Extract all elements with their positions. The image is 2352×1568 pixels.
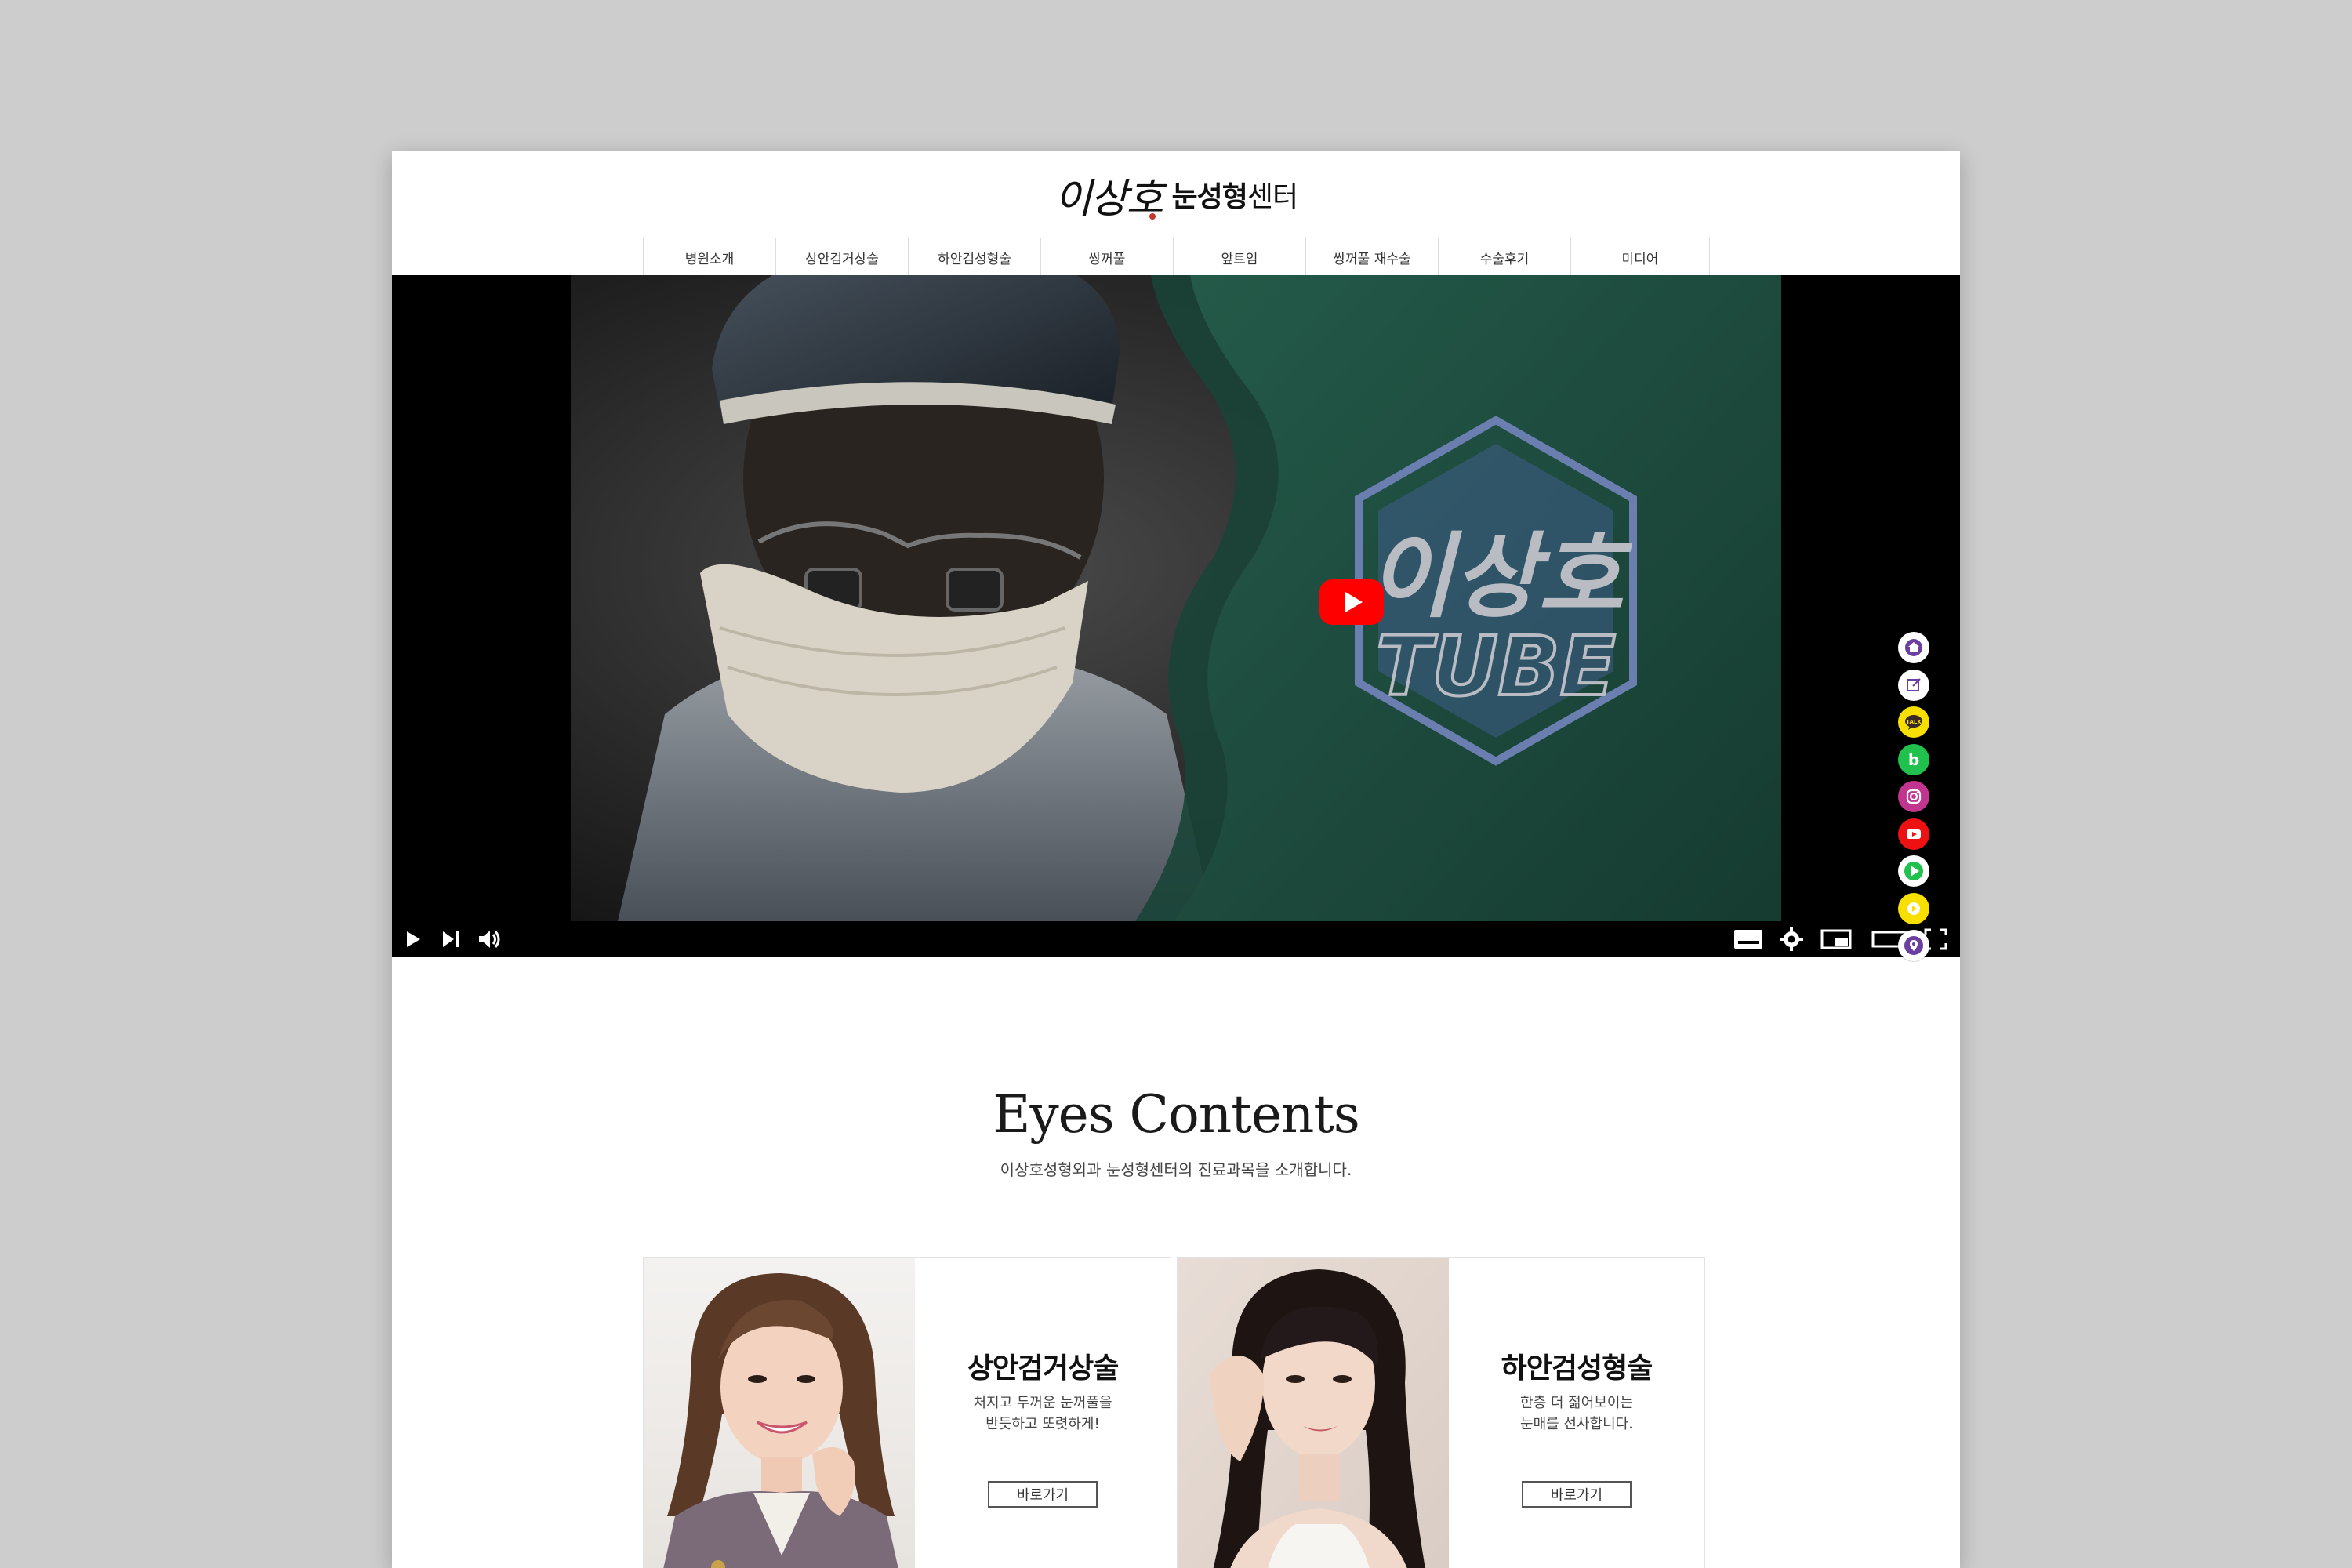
naver-tv-icon[interactable] xyxy=(1898,855,1929,887)
nav-item-reviews[interactable]: 수술후기 xyxy=(1439,238,1571,276)
logo-seal-dot xyxy=(1149,212,1156,220)
nav-list: 병원소개 상안검거상술 하안검성형술 쌍꺼풀 앞트임 쌍꺼풀 재수술 수술후기 … xyxy=(643,238,1710,276)
content-card-upper-blepharoplasty[interactable]: 상안검거상술 처지고 두꺼운 눈꺼풀을 반듯하고 또렷하게! 바로가기 xyxy=(643,1257,1171,1568)
card-go-button[interactable]: 바로가기 xyxy=(1522,1481,1632,1508)
main-nav: 병원소개 상안검거상술 하안검성형술 쌍꺼풀 앞트임 쌍꺼풀 재수술 수술후기 … xyxy=(392,238,1960,276)
section-title: Eyes Contents xyxy=(993,1084,1360,1145)
nav-item-double-eyelid[interactable]: 쌍꺼풀 xyxy=(1041,238,1174,276)
card-description: 한층 더 젊어보이는 눈매를 선사합니다. xyxy=(1449,1392,1704,1435)
play-icon[interactable] xyxy=(401,927,425,951)
card-body: 하안검성형술 한층 더 젊어보이는 눈매를 선사합니다. 바로가기 xyxy=(1449,1258,1704,1568)
kakao-talk-icon[interactable]: TALK xyxy=(1898,706,1929,738)
volume-icon[interactable] xyxy=(477,927,503,951)
card-description-line-1: 한층 더 젊어보이는 xyxy=(1520,1395,1633,1411)
svg-text:b: b xyxy=(1908,750,1919,769)
site-logo[interactable]: 이상호 눈성형센터 xyxy=(392,151,1960,238)
card-description-line-2: 반듯하고 또렷하게! xyxy=(985,1416,1100,1432)
card-description: 처지고 두꺼운 눈꺼풀을 반듯하고 또렷하게! xyxy=(915,1392,1171,1435)
video-thumbnail[interactable]: 이상호 TUBE xyxy=(571,275,1781,921)
card-title: 하안검성형술 xyxy=(1501,1352,1653,1385)
logo-mark-text: 이상호 xyxy=(1054,175,1164,223)
card-go-button[interactable]: 바로가기 xyxy=(988,1481,1098,1508)
band-icon[interactable]: b xyxy=(1898,743,1929,775)
card-photo-woman-2 xyxy=(1178,1258,1449,1568)
site-header: 이상호 눈성형센터 xyxy=(392,151,1960,238)
logo-text: 눈성형센터 xyxy=(1171,174,1298,215)
thumbnail-title-tube: TUBE xyxy=(1376,619,1616,714)
logo-text-bold: 눈성형 xyxy=(1171,181,1247,213)
section-subtitle: 이상호성형외과 눈성형센터의 진료과목을 소개합니다. xyxy=(1000,1160,1352,1179)
nav-item-media[interactable]: 미디어 xyxy=(1571,238,1710,276)
social-sidebar: TALK b xyxy=(1898,632,1931,967)
svg-text:TALK: TALK xyxy=(1906,719,1922,725)
nav-item-hospital-intro[interactable]: 병원소개 xyxy=(644,238,776,276)
nav-item-lower-blepharoplasty[interactable]: 하안검성형술 xyxy=(909,238,1041,276)
thumbnail-title-korean: 이상호 xyxy=(1368,522,1633,630)
next-icon[interactable] xyxy=(439,927,463,951)
miniplayer-icon[interactable] xyxy=(1819,927,1853,951)
website-page: 이상호 눈성형센터 병원소개 상안검거상술 하안검성형술 쌍꺼풀 앞트임 쌍꺼풀… xyxy=(392,151,1960,1568)
card-body: 상안검거상술 처지고 두꺼운 눈꺼풀을 반듯하고 또렷하게! 바로가기 xyxy=(915,1258,1171,1568)
card-description-line-1: 처지고 두꺼운 눈꺼풀을 xyxy=(973,1395,1112,1411)
subtitles-icon[interactable] xyxy=(1733,927,1764,951)
kakao-tv-icon[interactable] xyxy=(1898,892,1929,924)
nav-item-upper-blepharoplasty[interactable]: 상안검거상술 xyxy=(776,238,909,276)
blog-icon[interactable] xyxy=(1898,669,1929,701)
card-description-line-2: 눈매를 선사합니다. xyxy=(1520,1416,1633,1432)
home-icon[interactable] xyxy=(1898,632,1929,663)
settings-gear-icon[interactable] xyxy=(1778,927,1805,951)
nav-item-eyelid-revision[interactable]: 쌍꺼풀 재수술 xyxy=(1306,238,1439,276)
nav-item-epicanthoplasty[interactable]: 앞트임 xyxy=(1174,238,1306,276)
youtube-icon[interactable] xyxy=(1898,818,1929,850)
logo-text-light: 센터 xyxy=(1247,181,1298,213)
instagram-icon[interactable] xyxy=(1898,781,1929,812)
video-player[interactable]: 이상호 TUBE TALK b xyxy=(392,275,1960,961)
location-pin-icon[interactable] xyxy=(1898,930,1929,961)
card-title: 상안검거상술 xyxy=(967,1352,1120,1385)
logo-mark: 이상호 xyxy=(1054,165,1164,224)
youtube-play-button[interactable] xyxy=(1319,579,1384,625)
video-controls-bar xyxy=(392,921,1960,957)
card-photo-woman-1 xyxy=(644,1258,915,1568)
content-card-lower-blepharoplasty[interactable]: 하안검성형술 한층 더 젊어보이는 눈매를 선사합니다. 바로가기 xyxy=(1177,1257,1705,1568)
